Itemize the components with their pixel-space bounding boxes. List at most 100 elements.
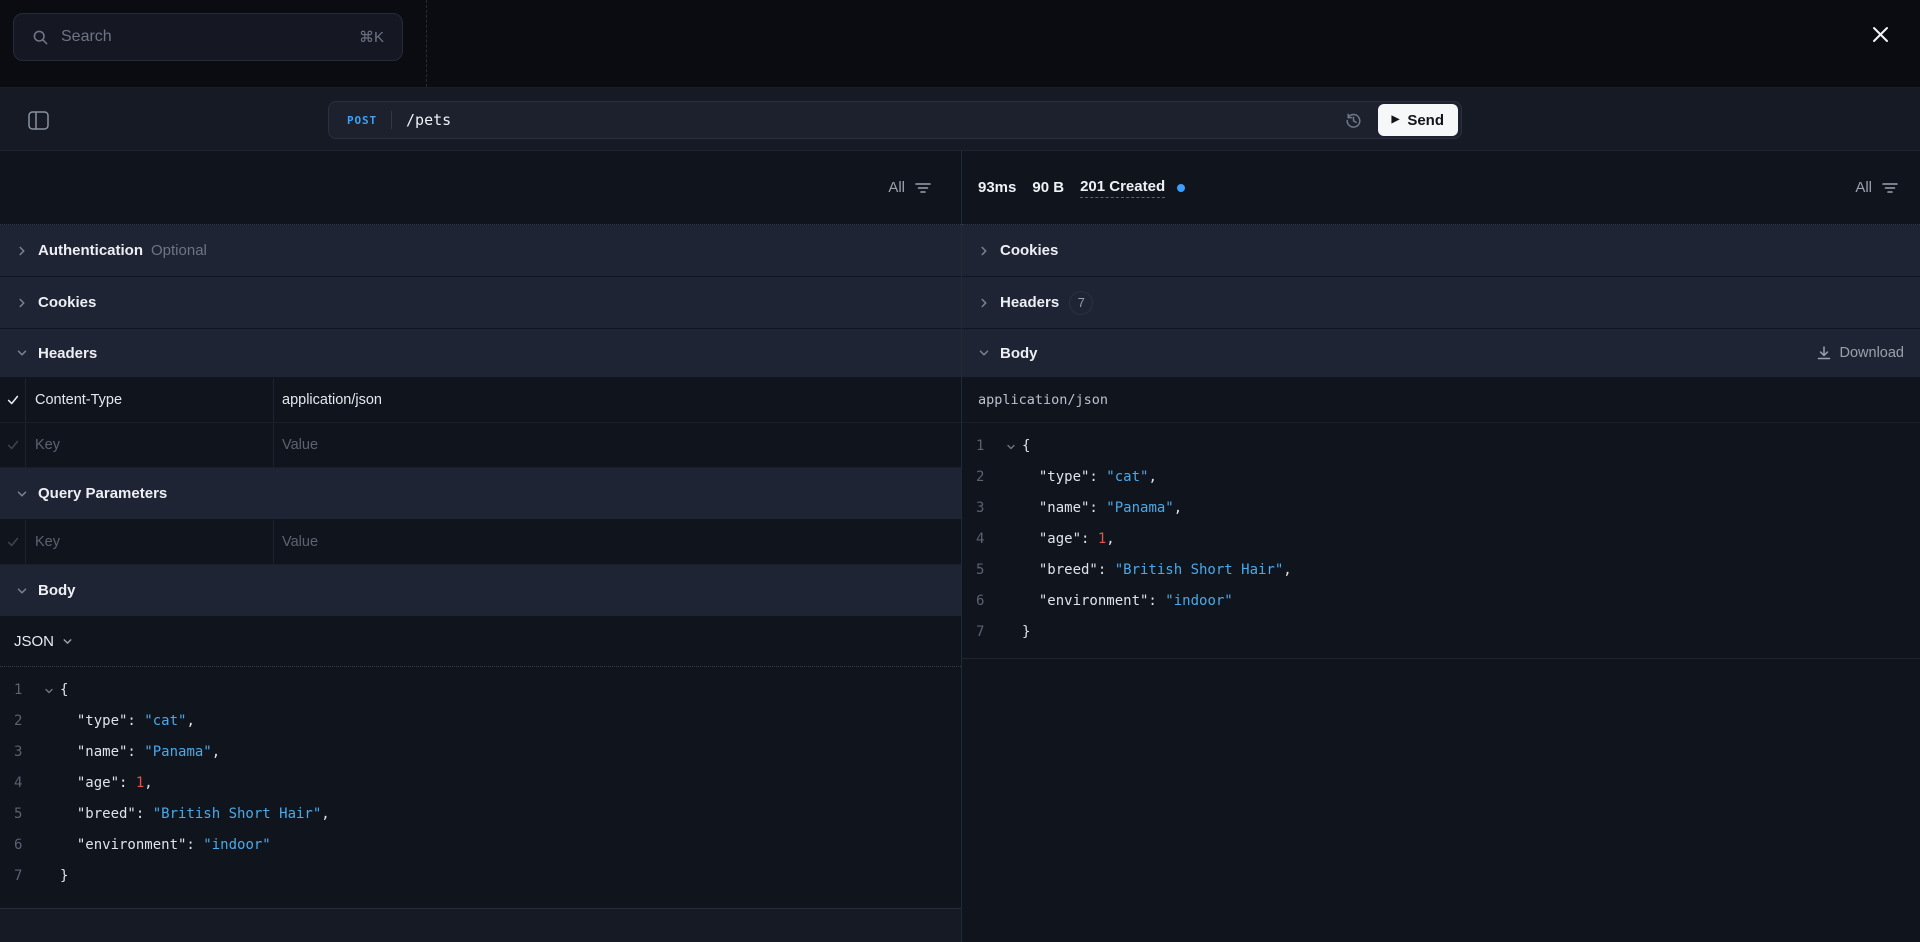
section-query-parameters[interactable]: Query Parameters xyxy=(0,468,961,520)
header-row-content-type: Content-Type application/json xyxy=(0,378,961,423)
code-line[interactable]: 3 "name": "Panama", xyxy=(0,737,961,768)
header-row-empty: Key Value xyxy=(0,423,961,468)
play-icon: ▶ xyxy=(1391,114,1400,125)
code-line[interactable]: 4 "age": 1, xyxy=(962,524,1920,555)
content-type-value: application/json xyxy=(978,392,1109,408)
code-line[interactable]: 5 "breed": "British Short Hair", xyxy=(0,799,961,830)
search-icon xyxy=(32,29,49,46)
code-text: "age": 1, xyxy=(1022,531,1115,547)
code-line[interactable]: 2 "type": "cat", xyxy=(0,706,961,737)
section-response-cookies[interactable]: Cookies xyxy=(962,225,1920,277)
chevron-down-icon xyxy=(12,581,32,601)
response-filter-label: All xyxy=(1855,179,1872,196)
response-panel: 93ms 90 B 201 Created All Cookies Header… xyxy=(962,151,1920,942)
row-enabled-checkbox[interactable] xyxy=(0,378,26,422)
code-line[interactable]: 5 "breed": "British Short Hair", xyxy=(962,555,1920,586)
search-input[interactable] xyxy=(61,28,347,46)
toolbar: POST /pets ▶ Send xyxy=(0,88,1920,151)
download-icon xyxy=(1817,346,1830,360)
headers-count-badge: 7 xyxy=(1069,290,1094,315)
line-number: 7 xyxy=(14,868,23,884)
code-text: "environment": "indoor" xyxy=(60,837,271,853)
code-line[interactable]: 2 "type": "cat", xyxy=(962,462,1920,493)
response-size: 90 B xyxy=(1032,179,1065,196)
chevron-down-icon xyxy=(61,635,74,648)
url-input[interactable]: /pets xyxy=(392,111,1342,129)
request-filter-button[interactable]: All xyxy=(888,179,931,196)
line-number: 2 xyxy=(14,713,23,729)
section-request-body[interactable]: Body xyxy=(0,565,961,617)
send-button-label: Send xyxy=(1407,111,1444,129)
code-line[interactable]: 3 "name": "Panama", xyxy=(962,493,1920,524)
address-bar[interactable]: POST /pets ▶ Send xyxy=(328,101,1462,139)
download-label: Download xyxy=(1839,345,1905,361)
history-button[interactable] xyxy=(1342,108,1366,132)
line-number: 1 xyxy=(976,438,985,454)
response-filter-row: 93ms 90 B 201 Created All xyxy=(962,151,1920,225)
filter-icon xyxy=(915,182,931,193)
code-line[interactable]: 7} xyxy=(962,617,1920,648)
header-value-input[interactable]: Value xyxy=(274,423,961,467)
code-text: { xyxy=(60,682,69,698)
section-authentication[interactable]: Authentication Optional xyxy=(0,225,961,277)
download-button[interactable]: Download xyxy=(1816,345,1905,361)
body-format-select[interactable]: JSON xyxy=(0,617,961,667)
check-icon-dim xyxy=(7,537,18,547)
code-line[interactable]: 4 "age": 1, xyxy=(0,768,961,799)
code-text: "breed": "British Short Hair", xyxy=(60,806,330,822)
code-text: "name": "Panama", xyxy=(60,744,221,760)
code-line[interactable]: 1{ xyxy=(962,431,1920,462)
code-text: { xyxy=(1022,438,1031,454)
code-text: } xyxy=(60,868,69,884)
http-method-badge[interactable]: POST xyxy=(329,114,391,127)
request-panel: All Authentication Optional Cookies Head… xyxy=(0,151,962,942)
search-box[interactable]: ⌘K xyxy=(13,13,403,61)
close-icon xyxy=(1871,25,1890,44)
topbar-divider xyxy=(426,0,427,87)
section-label: Body xyxy=(38,582,76,599)
content-area: All Authentication Optional Cookies Head… xyxy=(0,151,1920,942)
row-enabled-checkbox[interactable] xyxy=(0,520,26,564)
response-status-link[interactable]: 201 Created xyxy=(1080,178,1166,198)
fold-chevron-icon[interactable] xyxy=(38,675,60,706)
section-response-headers[interactable]: Headers 7 xyxy=(962,277,1920,329)
section-request-headers[interactable]: Headers xyxy=(0,329,961,378)
topbar: ⌘K xyxy=(0,0,1920,88)
header-key-input[interactable]: Content-Type xyxy=(26,378,274,422)
code-line[interactable]: 6 "environment": "indoor" xyxy=(962,586,1920,617)
header-value-input[interactable]: application/json xyxy=(274,378,961,422)
response-body-viewer[interactable]: 1{2 "type": "cat", 3 "name": "Panama", 4 "… xyxy=(962,423,1920,659)
response-stats: 93ms 90 B 201 Created xyxy=(962,178,1186,198)
header-key-input[interactable]: Key xyxy=(26,423,274,467)
section-response-body[interactable]: Body Download xyxy=(962,329,1920,378)
send-button[interactable]: ▶ Send xyxy=(1377,104,1458,136)
check-icon xyxy=(7,395,18,405)
chevron-down-icon xyxy=(12,343,32,363)
code-text: "type": "cat", xyxy=(60,713,195,729)
request-body-editor[interactable]: 1{2 "type": "cat", 3 "name": "Panama", 4 "… xyxy=(0,667,961,908)
code-line[interactable]: 7} xyxy=(0,861,961,892)
line-number: 7 xyxy=(976,624,985,640)
query-key-input[interactable]: Key xyxy=(26,520,274,564)
code-text: "breed": "British Short Hair", xyxy=(1022,562,1292,578)
fold-chevron-icon[interactable] xyxy=(1000,431,1022,462)
code-line[interactable]: 1{ xyxy=(0,675,961,706)
line-number: 5 xyxy=(976,562,985,578)
sidebar-toggle-button[interactable] xyxy=(26,108,50,132)
code-line[interactable]: 6 "environment": "indoor" xyxy=(0,830,961,861)
chevron-down-icon xyxy=(12,484,32,504)
chevron-right-icon xyxy=(12,241,32,261)
query-value-input[interactable]: Value xyxy=(274,520,961,564)
close-button[interactable] xyxy=(1866,20,1894,48)
section-label: Headers xyxy=(1000,294,1060,311)
check-icon-dim xyxy=(7,440,18,450)
section-request-cookies[interactable]: Cookies xyxy=(0,277,961,329)
line-number: 3 xyxy=(976,500,985,516)
row-enabled-checkbox[interactable] xyxy=(0,423,26,467)
section-label: Headers xyxy=(38,344,98,362)
line-number: 5 xyxy=(14,806,23,822)
response-filter-button[interactable]: All xyxy=(1855,179,1898,196)
